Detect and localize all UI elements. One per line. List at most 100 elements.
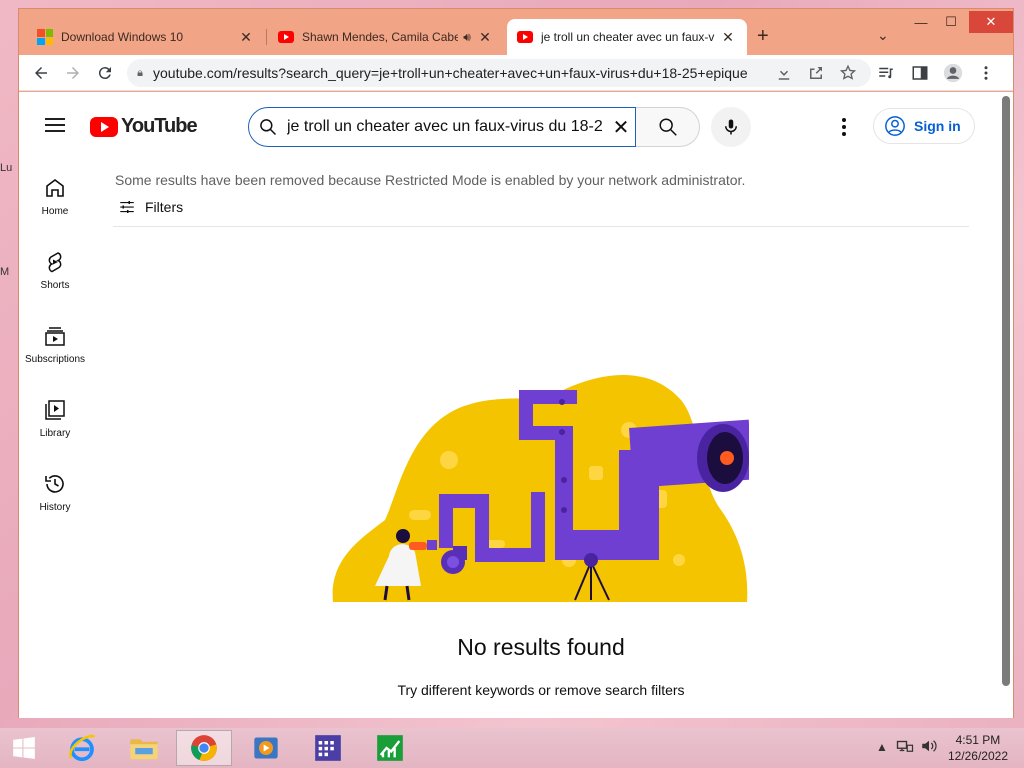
guide-label: Home bbox=[41, 206, 69, 217]
desktop-icon-fragment: M bbox=[0, 266, 10, 278]
start-button[interactable] bbox=[0, 730, 48, 766]
clock-date: 12/26/2022 bbox=[947, 749, 1008, 763]
taskbar-file-explorer[interactable] bbox=[116, 730, 172, 766]
shorts-icon bbox=[48, 252, 62, 273]
profile-avatar-icon[interactable] bbox=[943, 63, 963, 88]
forward-button[interactable] bbox=[61, 61, 85, 85]
taskbar-media-player[interactable] bbox=[238, 730, 294, 766]
home-icon bbox=[46, 179, 64, 197]
youtube-icon bbox=[517, 31, 533, 43]
chrome-icon bbox=[191, 735, 217, 761]
filters-divider bbox=[113, 226, 969, 227]
minimize-button[interactable]: — bbox=[907, 11, 935, 33]
start-icon bbox=[13, 736, 35, 760]
web-page: YouTube je troll un cheater avec un faux… bbox=[19, 92, 1013, 718]
guide-item-library[interactable]: Library bbox=[19, 398, 91, 439]
microphone-icon bbox=[725, 119, 737, 135]
clock-time: 4:51 PM bbox=[955, 733, 1001, 747]
clear-search-icon[interactable]: ✕ bbox=[607, 115, 635, 140]
logo-wordmark: YouTube bbox=[121, 115, 198, 137]
history-icon bbox=[45, 475, 64, 493]
share-icon[interactable] bbox=[807, 64, 825, 87]
stock-chart-app-icon bbox=[377, 735, 403, 761]
sign-in-label: Sign in bbox=[914, 118, 961, 134]
close-tab-icon[interactable]: ✕ bbox=[719, 29, 737, 46]
search-icon bbox=[658, 118, 677, 136]
windows-taskbar: ▲ 4:51 PM 12/26/2022 bbox=[0, 728, 1024, 768]
tab-strip: Download Windows 10 ✕ Shawn Mendes, Cami… bbox=[19, 9, 1013, 55]
filter-sliders-icon bbox=[120, 201, 134, 213]
tab-search-chevron-icon[interactable]: ⌄ bbox=[877, 27, 889, 44]
url-text: youtube.com/results?search_query=je+trol… bbox=[153, 65, 748, 81]
guide-label: Shorts bbox=[40, 280, 70, 291]
new-tab-button[interactable]: + bbox=[757, 25, 769, 48]
settings-menu-icon[interactable] bbox=[837, 116, 851, 138]
file-explorer-icon bbox=[130, 739, 158, 760]
desktop-icon-fragment: Lu bbox=[0, 162, 13, 174]
guide-item-shorts[interactable]: Shorts bbox=[19, 250, 91, 291]
search-input[interactable]: je troll un cheater avec un faux-virus d… bbox=[287, 118, 607, 136]
media-controls-icon[interactable] bbox=[877, 64, 895, 87]
page-scrollbar[interactable] bbox=[999, 92, 1013, 718]
side-panel-icon[interactable] bbox=[911, 64, 929, 87]
restricted-mode-notice: Some results have been removed because R… bbox=[115, 172, 746, 188]
youtube-logo[interactable]: YouTube bbox=[90, 115, 198, 138]
reload-icon bbox=[98, 67, 111, 80]
voice-search-button[interactable] bbox=[711, 107, 751, 147]
reload-button[interactable] bbox=[93, 61, 117, 85]
tab-title: Download Windows 10 bbox=[61, 30, 184, 44]
show-hidden-icons[interactable]: ▲ bbox=[876, 740, 888, 754]
calendar-app-icon bbox=[315, 735, 341, 761]
tab-separator bbox=[266, 29, 267, 45]
library-icon bbox=[45, 400, 65, 420]
guide-label: Library bbox=[39, 428, 71, 439]
taskbar-stock-chart-app[interactable] bbox=[362, 730, 418, 766]
guide-item-home[interactable]: Home bbox=[19, 176, 91, 217]
guide-menu-icon[interactable] bbox=[45, 118, 65, 132]
guide-label: Subscriptions bbox=[24, 354, 86, 365]
back-button[interactable] bbox=[29, 61, 53, 85]
youtube-icon bbox=[278, 31, 294, 43]
guide-item-history[interactable]: History bbox=[19, 472, 91, 513]
scrollbar-thumb[interactable] bbox=[1002, 96, 1010, 686]
taskbar-internet-explorer[interactable] bbox=[54, 730, 110, 766]
lock-icon: 🔒︎ bbox=[137, 66, 143, 79]
close-window-button[interactable]: ✕ bbox=[969, 11, 1013, 33]
tab-shawn-mendes[interactable]: Shawn Mendes, Camila Cabe 🔊︎ ✕ bbox=[268, 19, 504, 55]
youtube-play-icon bbox=[90, 116, 118, 137]
tab-download-windows[interactable]: Download Windows 10 ✕ bbox=[27, 19, 265, 55]
system-clock[interactable]: 4:51 PM 12/26/2022 bbox=[948, 732, 1008, 764]
guide-item-subscriptions[interactable]: Subscriptions bbox=[19, 324, 91, 365]
browser-toolbar: 🔒︎ youtube.com/results?search_query=je+t… bbox=[19, 55, 1013, 91]
account-icon bbox=[885, 116, 905, 136]
search-icon bbox=[249, 117, 287, 137]
no-results-title: No results found bbox=[457, 634, 625, 660]
subscriptions-icon bbox=[45, 327, 65, 346]
close-tab-icon[interactable]: ✕ bbox=[476, 29, 494, 46]
speaker-icon[interactable]: 🔊︎ bbox=[458, 30, 476, 45]
sign-in-button[interactable]: Sign in bbox=[873, 108, 975, 144]
taskbar-calendar-app[interactable] bbox=[300, 730, 356, 766]
arrow-left-icon bbox=[35, 67, 47, 79]
install-app-icon[interactable] bbox=[775, 64, 793, 87]
taskbar-chrome[interactable] bbox=[176, 730, 232, 766]
tab-title: Shawn Mendes, Camila Cabe bbox=[302, 30, 458, 44]
filters-label: Filters bbox=[145, 199, 184, 215]
bookmark-star-icon[interactable] bbox=[839, 64, 857, 87]
arrow-right-icon bbox=[67, 67, 79, 79]
windows-logo-icon bbox=[37, 29, 53, 45]
tab-title: je troll un cheater avec un faux-v bbox=[541, 30, 715, 44]
no-results-hint: Try different keywords or remove search … bbox=[397, 682, 685, 698]
search-button[interactable] bbox=[636, 107, 700, 147]
chrome-menu-icon[interactable] bbox=[979, 64, 993, 87]
filters-button[interactable]: Filters bbox=[117, 198, 183, 216]
address-bar[interactable]: 🔒︎ youtube.com/results?search_query=je+t… bbox=[127, 59, 871, 87]
maximize-button[interactable]: ☐ bbox=[937, 11, 965, 33]
search-box[interactable]: je troll un cheater avec un faux-virus d… bbox=[248, 107, 636, 147]
browser-window: Download Windows 10 ✕ Shawn Mendes, Cami… bbox=[18, 8, 1014, 718]
network-icon[interactable] bbox=[896, 738, 914, 757]
no-results-illustration bbox=[332, 375, 749, 602]
close-tab-icon[interactable]: ✕ bbox=[237, 29, 255, 46]
tab-search-results[interactable]: je troll un cheater avec un faux-v ✕ bbox=[507, 19, 747, 55]
volume-icon[interactable] bbox=[920, 738, 938, 757]
